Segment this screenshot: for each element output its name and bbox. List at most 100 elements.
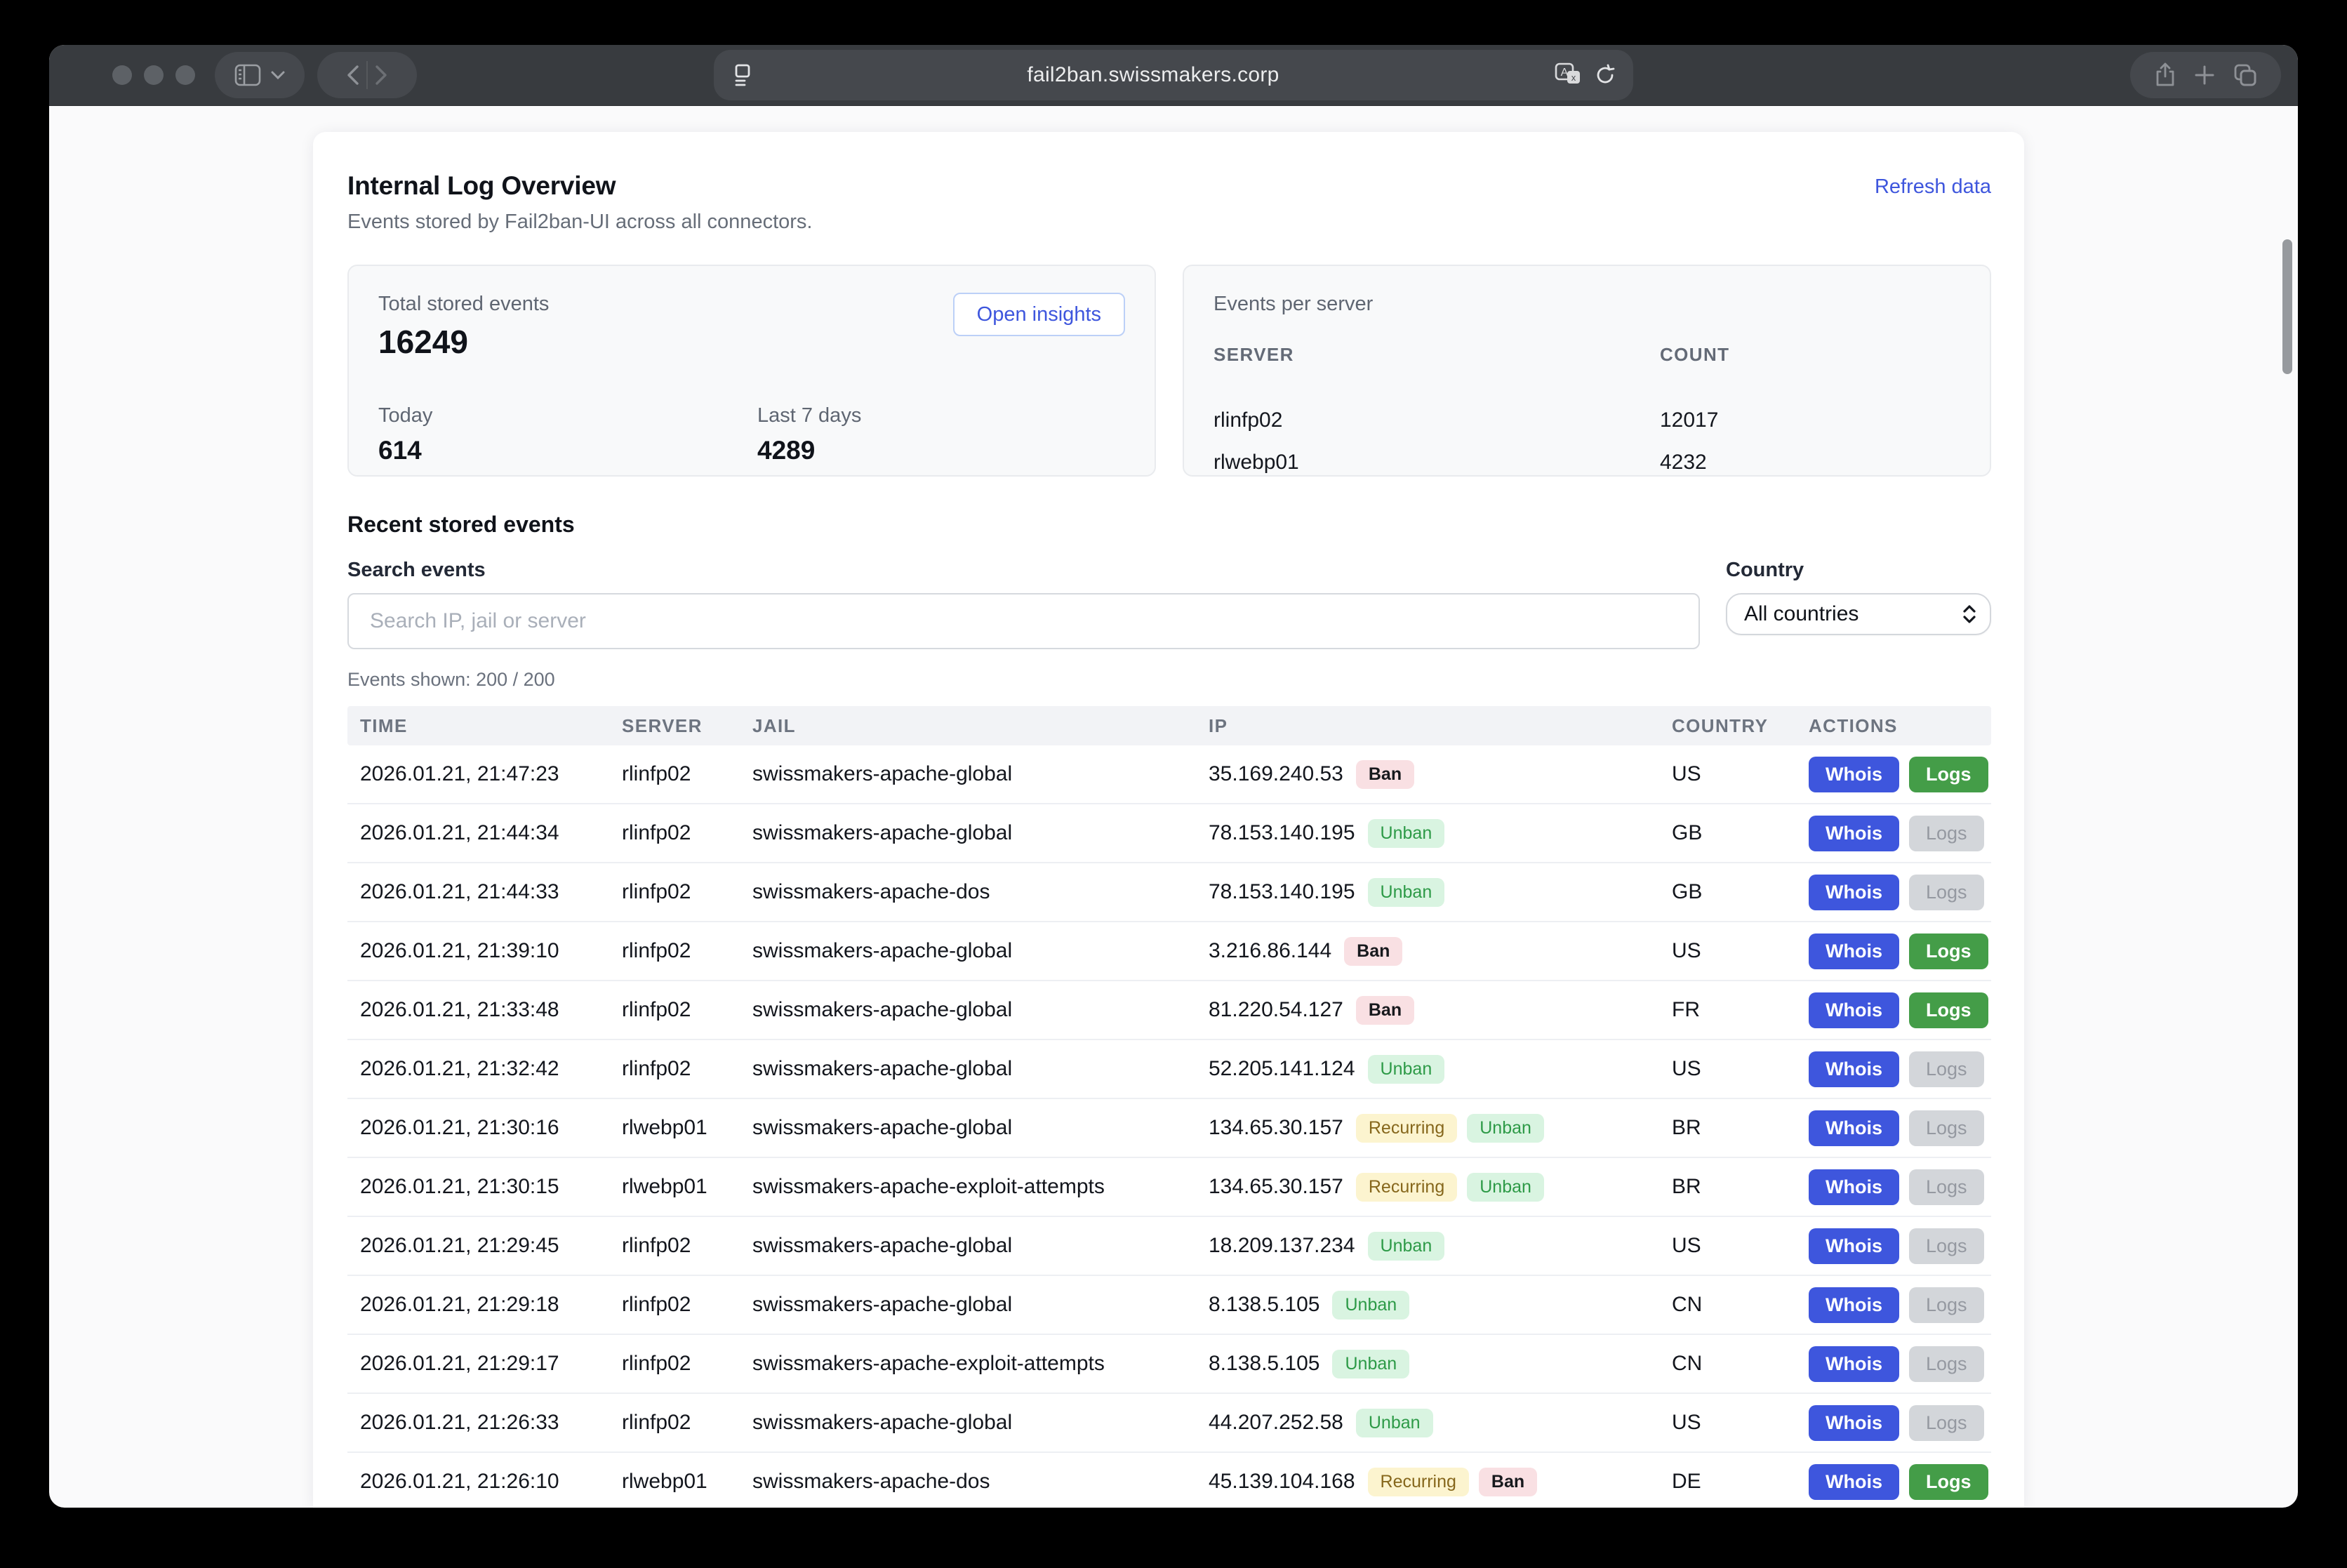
server-table-body: rlinfp0212017rlwebp014232 — [1214, 399, 1960, 484]
whois-button[interactable]: Whois — [1809, 1169, 1899, 1205]
event-time: 2026.01.21, 21:29:18 — [347, 1293, 609, 1317]
desktop-background: fail2ban.swissmakers.corp A x — [0, 0, 2347, 1568]
total-events-card: Total stored events 16249 Open insights … — [347, 265, 1156, 477]
country-label: Country — [1726, 559, 1991, 582]
whois-button[interactable]: Whois — [1809, 757, 1899, 792]
country-select[interactable]: All countries — [1726, 593, 1991, 635]
whois-button[interactable]: Whois — [1809, 992, 1899, 1028]
status-badge-unban: Unban — [1368, 878, 1445, 907]
event-country: GB — [1659, 880, 1796, 904]
event-actions: Whois Logs — [1796, 1405, 1991, 1441]
logs-button[interactable]: Logs — [1909, 934, 1988, 969]
event-ip-cell: 134.65.30.157 RecurringUnban — [1196, 1114, 1659, 1143]
share-icon[interactable] — [2155, 62, 2176, 88]
table-row: 2026.01.21, 21:26:33 rlinfp02 swissmaker… — [347, 1394, 1991, 1453]
event-badges: Ban — [1356, 760, 1414, 789]
table-row: 2026.01.21, 21:32:42 rlinfp02 swissmaker… — [347, 1040, 1991, 1099]
new-tab-icon[interactable] — [2194, 65, 2215, 86]
filter-controls: Search events Country All countries — [347, 559, 1991, 649]
event-ip-cell: 81.220.54.127 Ban — [1196, 996, 1659, 1025]
logs-button[interactable]: Logs — [1909, 1110, 1984, 1146]
table-row: 2026.01.21, 21:29:17 rlinfp02 swissmaker… — [347, 1335, 1991, 1394]
event-country: US — [1659, 762, 1796, 786]
whois-button[interactable]: Whois — [1809, 1110, 1899, 1146]
open-insights-button[interactable]: Open insights — [953, 293, 1125, 336]
logs-button[interactable]: Logs — [1909, 1169, 1984, 1205]
window-minimize-button[interactable] — [144, 65, 164, 85]
last7-value: 4289 — [757, 436, 861, 465]
reload-icon[interactable] — [1594, 64, 1616, 86]
event-ip-cell: 52.205.141.124 Unban — [1196, 1055, 1659, 1084]
search-input[interactable] — [347, 593, 1700, 649]
navigation-buttons — [317, 52, 417, 98]
whois-button[interactable]: Whois — [1809, 816, 1899, 851]
translate-icon[interactable]: A x — [1555, 62, 1583, 88]
window-close-button[interactable] — [112, 65, 132, 85]
total-events-label: Total stored events — [378, 293, 549, 316]
page-format-icon[interactable] — [733, 63, 752, 87]
back-icon[interactable] — [347, 65, 359, 86]
logs-button[interactable]: Logs — [1909, 757, 1988, 792]
logs-button[interactable]: Logs — [1909, 875, 1984, 910]
url-text[interactable]: fail2ban.swissmakers.corp — [752, 63, 1555, 87]
whois-button[interactable]: Whois — [1809, 1346, 1899, 1382]
sidebar-toggle-button[interactable] — [215, 52, 305, 98]
event-jail: swissmakers-apache-global — [740, 939, 1196, 963]
event-ip: 35.169.240.53 — [1209, 762, 1343, 786]
event-ip: 8.138.5.105 — [1209, 1293, 1319, 1317]
server-table-header: SERVERCOUNT — [1214, 340, 1960, 376]
status-badge-unban: Unban — [1368, 1232, 1445, 1261]
whois-button[interactable]: Whois — [1809, 1287, 1899, 1323]
event-server: rlinfp02 — [609, 762, 740, 786]
status-badge-ban: Ban — [1479, 1468, 1537, 1496]
whois-button[interactable]: Whois — [1809, 1051, 1899, 1087]
event-actions: Whois Logs — [1796, 757, 1991, 792]
event-badges: Unban — [1368, 819, 1445, 848]
whois-button[interactable]: Whois — [1809, 1228, 1899, 1264]
table-row: 2026.01.21, 21:26:10 rlwebp01 swissmaker… — [347, 1453, 1991, 1508]
event-server: rlinfp02 — [609, 939, 740, 963]
status-badge-unban: Unban — [1467, 1173, 1544, 1202]
whois-button[interactable]: Whois — [1809, 1405, 1899, 1441]
event-ip: 134.65.30.157 — [1209, 1116, 1343, 1140]
event-time: 2026.01.21, 21:30:15 — [347, 1175, 609, 1199]
event-country: US — [1659, 939, 1796, 963]
event-jail: swissmakers-apache-global — [740, 998, 1196, 1022]
logs-button[interactable]: Logs — [1909, 1287, 1984, 1323]
event-actions: Whois Logs — [1796, 875, 1991, 910]
refresh-data-link[interactable]: Refresh data — [1875, 175, 1991, 199]
scrollbar-thumb[interactable] — [2282, 239, 2292, 374]
logs-button[interactable]: Logs — [1909, 1051, 1984, 1087]
whois-button[interactable]: Whois — [1809, 875, 1899, 910]
logs-button[interactable]: Logs — [1909, 1405, 1984, 1441]
events-per-server-card: Events per server SERVERCOUNT rlinfp0212… — [1183, 265, 1991, 477]
window-controls — [112, 65, 195, 85]
column-header: ACTIONS — [1796, 715, 1991, 737]
table-row: 2026.01.21, 21:29:45 rlinfp02 swissmaker… — [347, 1217, 1991, 1276]
status-badge-ban: Ban — [1356, 996, 1414, 1025]
logs-button[interactable]: Logs — [1909, 992, 1988, 1028]
forward-icon[interactable] — [375, 65, 387, 86]
stats-row: Total stored events 16249 Open insights … — [347, 265, 1991, 477]
logs-button[interactable]: Logs — [1909, 1464, 1988, 1500]
column-header: TIME — [347, 715, 609, 737]
event-ip: 44.207.252.58 — [1209, 1411, 1343, 1435]
whois-button[interactable]: Whois — [1809, 934, 1899, 969]
logs-button[interactable]: Logs — [1909, 1228, 1984, 1264]
event-server: rlinfp02 — [609, 1352, 740, 1376]
chevron-down-icon — [271, 71, 285, 79]
window-zoom-button[interactable] — [175, 65, 195, 85]
event-server: rlwebp01 — [609, 1116, 740, 1140]
tab-overview-icon[interactable] — [2233, 63, 2257, 87]
event-jail: swissmakers-apache-global — [740, 1293, 1196, 1317]
event-ip-cell: 44.207.252.58 Unban — [1196, 1409, 1659, 1437]
table-row: 2026.01.21, 21:44:33 rlinfp02 swissmaker… — [347, 863, 1991, 922]
logs-button[interactable]: Logs — [1909, 816, 1984, 851]
sidebar-icon — [234, 64, 261, 86]
logs-button[interactable]: Logs — [1909, 1346, 1984, 1382]
address-bar[interactable]: fail2ban.swissmakers.corp A x — [714, 50, 1633, 100]
event-ip-cell: 78.153.140.195 Unban — [1196, 878, 1659, 907]
status-badge-unban: Unban — [1467, 1114, 1544, 1143]
table-row: 2026.01.21, 21:33:48 rlinfp02 swissmaker… — [347, 981, 1991, 1040]
whois-button[interactable]: Whois — [1809, 1464, 1899, 1500]
